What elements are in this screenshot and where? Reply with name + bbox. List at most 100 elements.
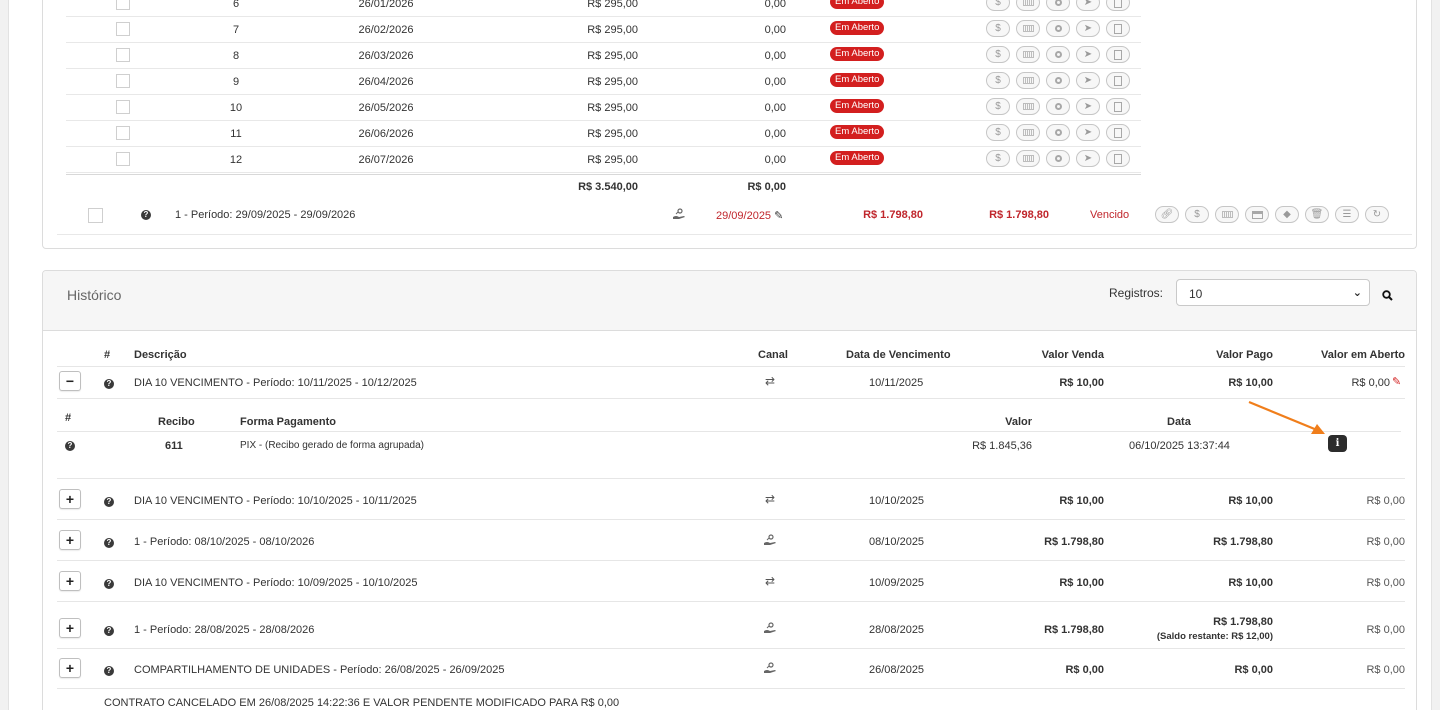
barcode-icon[interactable] [1016,98,1040,115]
dollar-icon[interactable]: $ [1185,206,1209,223]
history-description: DIA 10 VENCIMENTO - Período: 10/10/2025 … [134,495,417,507]
dollar-icon[interactable]: $ [986,46,1010,63]
help-icon[interactable]: ? [104,624,114,636]
document-icon[interactable] [1106,20,1130,37]
help-icon[interactable]: ? [104,577,114,589]
recurring-icon: ⇄ [765,574,776,588]
installment-paid: 0,00 [764,154,786,166]
col-hash: # [104,349,111,361]
refresh-icon[interactable]: ↻ [1365,206,1389,223]
target-icon[interactable] [1046,0,1070,11]
search-icon[interactable] [1382,290,1393,301]
target-icon[interactable] [1046,124,1070,141]
installment-paid: 0,00 [764,76,786,88]
send-icon[interactable]: ➤ [1076,20,1100,37]
expand-button[interactable]: + [59,571,81,591]
target-icon[interactable] [1046,98,1070,115]
help-icon[interactable]: ? [104,495,114,507]
help-icon[interactable]: ? [104,664,114,676]
history-description: 1 - Período: 08/10/2025 - 08/10/2026 [134,536,315,548]
help-icon[interactable]: ? [141,208,151,220]
document-icon[interactable] [1106,72,1130,89]
document-icon[interactable] [1106,98,1130,115]
installment-row: 6 26/01/2026 R$ 295,00 0,00 Em Aberto $ ➤ [66,0,1141,17]
installment-paid: 0,00 [764,128,786,140]
expand-button[interactable]: + [59,489,81,509]
installment-paid: 0,00 [764,0,786,10]
barcode-icon[interactable] [1215,206,1239,223]
help-icon[interactable]: ? [104,377,114,389]
send-icon[interactable]: ➤ [1076,72,1100,89]
divider [57,431,1401,432]
barcode-icon[interactable] [1016,20,1040,37]
sliders-icon[interactable]: ☰ [1335,206,1359,223]
installment-number: 7 [232,24,240,36]
send-icon[interactable]: ➤ [1076,46,1100,63]
installment-date: 26/04/2026 [358,76,414,88]
sub-col-recibo: Recibo [158,416,195,428]
history-due: 08/10/2025 [869,536,925,548]
installment-row: 12 26/07/2026 R$ 295,00 0,00 Em Aberto $ ➤ [66,147,1141,173]
document-icon[interactable] [1106,46,1130,63]
barcode-icon[interactable] [1016,124,1040,141]
send-icon[interactable]: ➤ [1076,98,1100,115]
target-icon[interactable] [1046,150,1070,167]
barcode-icon[interactable] [1016,46,1040,63]
registros-select[interactable]: 10 ⌄ [1176,279,1370,306]
target-icon[interactable] [1046,46,1070,63]
expand-button[interactable]: + [59,618,81,638]
dollar-icon[interactable]: $ [986,0,1010,11]
target-icon[interactable] [1046,20,1070,37]
annotation-arrow-icon [1248,400,1325,434]
status-badge: Em Aberto [830,0,885,9]
expand-button[interactable]: + [59,658,81,678]
pencil-icon[interactable]: ✎ [774,210,783,222]
installment-date: 26/01/2026 [358,0,414,10]
installment-paid: 0,00 [764,24,786,36]
barcode-icon[interactable] [1016,150,1040,167]
status-badge: Em Aberto [830,21,885,35]
send-icon[interactable]: ➤ [1076,0,1100,11]
help-icon[interactable]: ? [104,536,114,548]
installment-checkbox[interactable] [116,126,130,140]
installment-date: 26/07/2026 [358,154,414,166]
installment-checkbox[interactable] [116,152,130,166]
installment-number: 9 [232,76,240,88]
dollar-icon[interactable]: $ [986,98,1010,115]
dollar-icon[interactable]: $ [986,72,1010,89]
installment-checkbox[interactable] [116,48,130,62]
dollar-icon[interactable]: $ [986,124,1010,141]
credit-card-icon[interactable] [1245,206,1269,223]
receipt-number: 611 [165,440,183,452]
barcode-icon[interactable] [1016,0,1040,11]
installment-paid: 0,00 [764,50,786,62]
pix-icon[interactable]: ◆ [1275,206,1299,223]
period-row-checkbox[interactable] [88,208,103,223]
installment-checkbox[interactable] [116,100,130,114]
status-badge: Em Aberto [830,99,885,113]
barcode-icon[interactable] [1016,72,1040,89]
dollar-icon[interactable]: $ [986,150,1010,167]
expand-button[interactable]: + [59,530,81,550]
installment-number: 12 [229,154,243,166]
send-icon[interactable]: ➤ [1076,150,1100,167]
document-icon[interactable] [1106,0,1130,11]
history-description: 1 - Período: 28/08/2025 - 28/08/2026 [134,624,315,636]
period-row-paid: R$ 1.798,80 [989,209,1049,221]
info-button[interactable]: i [1328,435,1347,452]
status-badge: Em Aberto [830,151,885,165]
dollar-icon[interactable]: $ [986,20,1010,37]
target-icon[interactable] [1046,72,1070,89]
collapse-button[interactable]: − [59,371,81,391]
help-icon[interactable]: ? [65,439,75,451]
installment-checkbox[interactable] [116,74,130,88]
installment-checkbox[interactable] [116,22,130,36]
link-icon[interactable]: 🔗︎ [1155,206,1179,223]
installment-checkbox[interactable] [116,0,130,10]
edit-icon[interactable]: ✎ [1392,375,1401,388]
trash-icon[interactable]: 🗑︎ [1305,206,1329,223]
document-icon[interactable] [1106,150,1130,167]
document-icon[interactable] [1106,124,1130,141]
send-icon[interactable]: ➤ [1076,124,1100,141]
history-venda: R$ 0,00 [1065,664,1104,676]
